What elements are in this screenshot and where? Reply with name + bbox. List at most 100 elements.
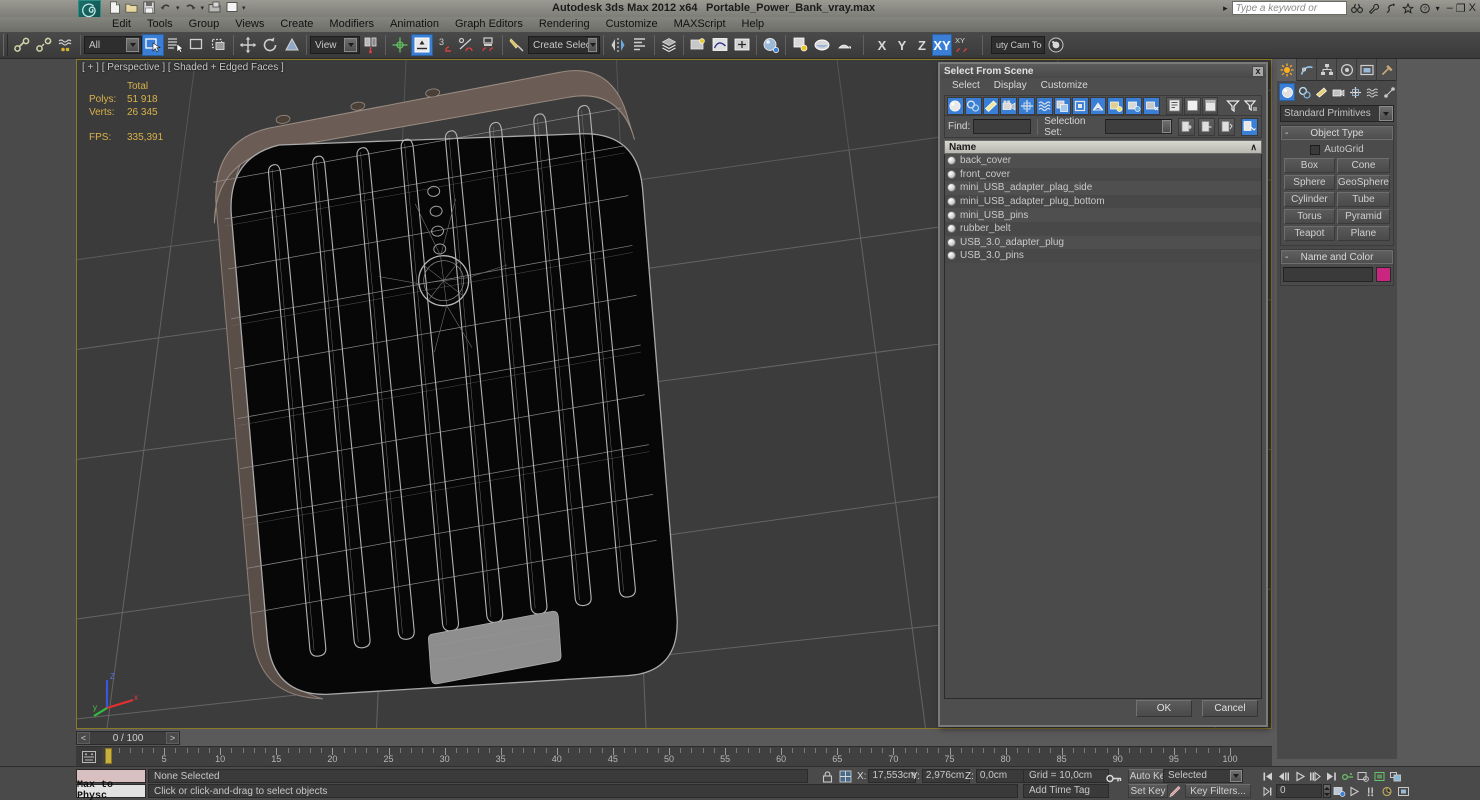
chevron-down-icon[interactable] <box>344 38 357 52</box>
menu-item-graph-editors[interactable]: Graph Editors <box>447 17 531 32</box>
list-item[interactable]: front_cover <box>945 167 1261 182</box>
select-by-name-icon[interactable] <box>164 34 186 56</box>
open-file-icon[interactable] <box>125 1 138 14</box>
viewport-label[interactable]: [ + ] [ Perspective ] [ Shaded + Edged F… <box>82 62 284 73</box>
display-xrefs-icon[interactable] <box>1071 96 1089 115</box>
binoculars-icon[interactable] <box>1351 2 1364 15</box>
list-item[interactable]: USB_3.0_pins <box>945 249 1261 263</box>
create-geosphere-button[interactable]: GeoSphere <box>1336 175 1390 190</box>
find-input[interactable] <box>973 119 1032 134</box>
curve-editor-icon[interactable] <box>709 34 731 56</box>
list-item[interactable]: rubber_belt <box>945 221 1261 236</box>
render-frame-window-icon[interactable] <box>789 34 811 56</box>
list-item[interactable]: back_cover <box>945 154 1261 168</box>
field-of-view-icon[interactable] <box>1372 769 1387 783</box>
systems-category-icon[interactable] <box>1381 83 1397 101</box>
utility-tool-dropdown[interactable]: uty Cam Tool \ <box>991 36 1045 54</box>
create-cone-button[interactable]: Cone <box>1336 158 1390 173</box>
chevron-down-icon[interactable] <box>1230 770 1242 782</box>
render-production-icon[interactable] <box>811 34 833 56</box>
object-type-header[interactable]: - Object Type <box>1281 126 1393 140</box>
create-sphere-button[interactable]: Sphere <box>1284 175 1335 190</box>
go-to-end-frame-icon[interactable] <box>1260 784 1275 798</box>
modify-tab-icon[interactable] <box>1297 59 1317 81</box>
maximize-viewport-icon[interactable] <box>1396 784 1411 798</box>
key-mode-icon[interactable] <box>1106 771 1122 785</box>
previous-frame-icon[interactable] <box>1276 769 1291 783</box>
help-question-icon[interactable]: ? <box>1419 2 1432 15</box>
key-mode-dropdown[interactable]: Selected <box>1163 769 1243 783</box>
axis-constraint-xy[interactable]: XY <box>932 34 952 56</box>
window-crossing-toggle-icon[interactable] <box>208 34 230 56</box>
edit-selection-set-icon[interactable] <box>1218 117 1236 136</box>
list-item[interactable]: USB_3.0_adapter_plug <box>945 235 1261 250</box>
display-shapes-icon[interactable] <box>964 96 982 115</box>
axis-constraint-z[interactable]: Z <box>912 34 932 56</box>
menu-item-edit[interactable]: Edit <box>104 17 139 32</box>
create-pyramid-button[interactable]: Pyramid <box>1336 209 1390 224</box>
display-helpers-icon[interactable] <box>1018 96 1036 115</box>
render-setup-icon[interactable] <box>687 34 709 56</box>
create-torus-button[interactable]: Torus <box>1284 209 1335 224</box>
advanced-filter-icon[interactable] <box>1242 97 1259 115</box>
next-frame-arrow[interactable]: > <box>166 732 179 744</box>
rectangular-selection-region-icon[interactable] <box>186 34 208 56</box>
dialog-title-bar[interactable]: Select From Scene x <box>940 64 1266 78</box>
unlink-selection-icon[interactable] <box>33 34 55 56</box>
list-item[interactable]: mini_USB_pins <box>945 208 1261 222</box>
list-item[interactable]: mini_USB_adapter_plag_side <box>945 181 1261 195</box>
cameras-category-icon[interactable] <box>1330 83 1346 101</box>
quick-access-chevron-icon[interactable]: ▾ <box>242 4 246 12</box>
autogrid-checkbox[interactable] <box>1310 144 1321 155</box>
ok-button[interactable]: OK <box>1136 700 1192 717</box>
remove-selection-set-icon[interactable] <box>1198 117 1216 136</box>
zoom-extents-selected-icon[interactable] <box>1380 784 1395 798</box>
chevron-down-icon[interactable] <box>1162 120 1172 133</box>
sort-indicator-icon[interactable]: ∧ <box>1250 142 1261 153</box>
menu-item-rendering[interactable]: Rendering <box>531 17 598 32</box>
display-space-warps-icon[interactable] <box>1036 96 1053 115</box>
select-object-icon[interactable] <box>142 34 164 56</box>
undo-icon[interactable] <box>159 1 172 14</box>
reference-coordinate-dropdown[interactable]: View <box>310 36 360 54</box>
create-tab-icon[interactable] <box>1277 59 1297 81</box>
help-chevron-icon[interactable]: ▾ <box>1436 4 1440 13</box>
restore-button[interactable]: ❐ <box>1456 2 1466 15</box>
geometry-category-icon[interactable] <box>1279 83 1295 101</box>
select-and-scale-icon[interactable] <box>281 34 303 56</box>
undo-dropdown-icon[interactable]: ▾ <box>176 4 180 12</box>
selection-filter-dropdown[interactable]: All <box>84 36 142 54</box>
menu-item-customize[interactable]: Customize <box>598 17 666 32</box>
coord-x-field[interactable]: 17,553cm <box>868 769 917 783</box>
autogrid-row[interactable]: AutoGrid <box>1284 144 1390 155</box>
create-tube-button[interactable]: Tube <box>1336 192 1390 207</box>
selection-lock-toggle-icon[interactable] <box>820 770 834 783</box>
create-cylinder-button[interactable]: Cylinder <box>1284 192 1335 207</box>
selection-set-input[interactable] <box>1104 119 1173 134</box>
close-icon[interactable]: x <box>1252 65 1264 77</box>
minimize-button[interactable]: – <box>1447 2 1453 15</box>
chevron-down-icon[interactable] <box>588 38 597 52</box>
cancel-button[interactable]: Cancel <box>1202 700 1258 717</box>
create-box-button[interactable]: Box <box>1284 158 1335 173</box>
select-subtree-icon[interactable] <box>1241 117 1258 136</box>
new-file-icon[interactable] <box>108 1 121 14</box>
menu-item-animation[interactable]: Animation <box>382 17 447 32</box>
create-plane-button[interactable]: Plane <box>1336 226 1390 241</box>
add-selection-set-icon[interactable] <box>1178 117 1196 136</box>
display-groups-icon[interactable] <box>1053 96 1071 115</box>
menu-item-create[interactable]: Create <box>272 17 321 32</box>
dialog-menu-select[interactable]: Select <box>952 80 980 91</box>
list-types-icon[interactable] <box>1165 96 1183 115</box>
favorites-star-icon[interactable] <box>1402 2 1415 15</box>
subcategory-dropdown[interactable]: Standard Primitives <box>1280 105 1394 122</box>
menu-item-help[interactable]: Help <box>734 17 773 32</box>
save-file-icon[interactable] <box>142 1 155 14</box>
render-iterative-icon[interactable] <box>833 34 855 56</box>
filter-icon[interactable] <box>1224 97 1241 115</box>
shapes-category-icon[interactable] <box>1296 83 1312 101</box>
redo-dropdown-icon[interactable]: ▾ <box>201 4 205 12</box>
edit-named-selection-sets-icon[interactable] <box>506 34 528 56</box>
create-teapot-button[interactable]: Teapot <box>1284 226 1335 241</box>
menu-item-group[interactable]: Group <box>181 17 228 32</box>
